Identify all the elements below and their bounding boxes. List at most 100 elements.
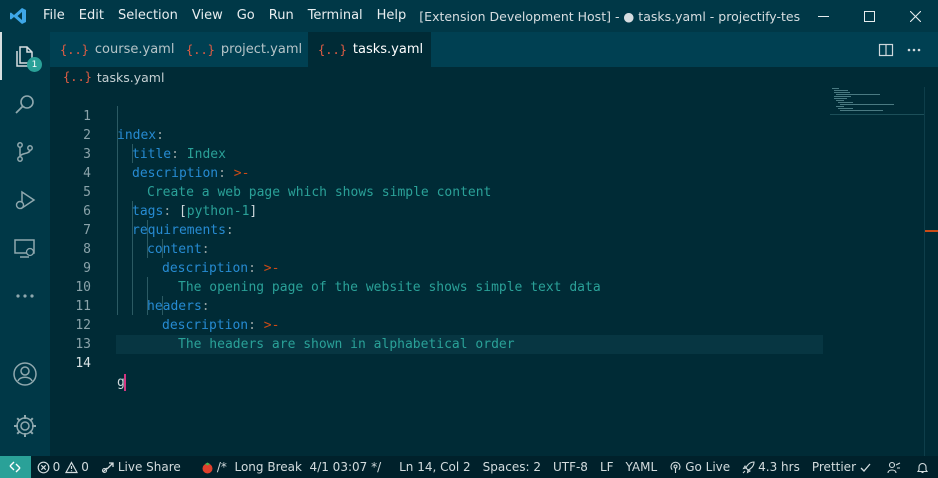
minimap-line	[838, 108, 853, 109]
gear-icon	[14, 415, 36, 437]
editor-actions	[872, 32, 938, 67]
tab-label: tasks.yaml	[352, 42, 424, 57]
maximize-button[interactable]	[846, 0, 892, 32]
ellipsis-icon	[907, 48, 921, 51]
activity-search[interactable]	[0, 80, 50, 128]
minimap-line	[836, 100, 844, 101]
code-line: 4 Create a web page which shows simple c…	[50, 145, 830, 200]
tab-tasks-yaml[interactable]: {..} tasks.yaml	[308, 32, 431, 67]
pomodoro-timer[interactable]: /* Long Break 4/1 03:07 */	[187, 456, 387, 478]
title-bar: File Edit Selection View Go Run Terminal…	[0, 0, 938, 32]
activity-manage[interactable]	[0, 402, 50, 450]
problems-indicator[interactable]: 0 0	[31, 456, 95, 478]
menu-run[interactable]: Run	[262, 0, 301, 32]
menu-view[interactable]: View	[185, 0, 230, 32]
more-icon	[16, 294, 34, 298]
menu-edit[interactable]: Edit	[72, 0, 111, 32]
code-line: 10 headers:	[50, 259, 830, 314]
window-controls	[800, 0, 938, 32]
indentation-setting[interactable]: Spaces: 2	[477, 456, 547, 478]
code-line: 13	[50, 316, 830, 352]
line-number: 14	[75, 356, 91, 371]
code-line: 12 The headers are shown in alphabetical…	[50, 297, 830, 352]
warning-count: 0	[81, 460, 89, 474]
code-editor[interactable]: 1 index: 2 title: Index 3 description: >…	[50, 87, 938, 456]
code-line: 6 requirements:	[50, 183, 830, 238]
tab-label: course.yaml	[94, 42, 175, 57]
editor-tabs: {..} course.yaml {..} project.yaml {..} …	[50, 32, 938, 67]
remote-icon	[9, 461, 21, 473]
tab-label: project.yaml	[220, 42, 303, 57]
activity-run-debug[interactable]	[0, 176, 50, 224]
minimap[interactable]	[830, 87, 924, 456]
explorer-badge: 1	[27, 57, 42, 72]
menu-go[interactable]: Go	[230, 0, 262, 32]
activity-explorer[interactable]: 1	[0, 32, 50, 80]
split-editor-button[interactable]	[872, 36, 900, 64]
wakatime-indicator[interactable]: 4.3 hrs	[736, 456, 806, 478]
go-live-button[interactable]: Go Live	[663, 456, 736, 478]
live-share-label: Live Share	[117, 460, 181, 474]
live-share-button[interactable]: Live Share	[95, 456, 187, 478]
error-count: 0	[52, 460, 61, 474]
feedback-button[interactable]	[881, 456, 910, 478]
minimap-line	[840, 104, 894, 105]
code-line: 8 description: >-	[50, 221, 830, 276]
activity-more[interactable]	[0, 272, 50, 320]
vscode-logo-icon[interactable]	[0, 0, 36, 32]
remote-indicator-button[interactable]	[0, 456, 31, 478]
warning-icon	[65, 460, 79, 473]
maximize-icon	[863, 10, 875, 22]
activity-bar: 1	[0, 32, 50, 456]
encoding-setting[interactable]: UTF-8	[547, 456, 594, 478]
vertical-scrollbar[interactable]	[924, 87, 938, 456]
yaml-file-icon: {..}	[63, 70, 92, 84]
minimap-line	[838, 102, 853, 103]
activity-source-control[interactable]	[0, 128, 50, 176]
broadcast-icon	[670, 461, 681, 473]
status-bar: 0 0 Live Share /* Long Break 4/1 03:07 *…	[0, 456, 938, 478]
menu-help[interactable]: Help	[370, 0, 414, 32]
notifications-button[interactable]	[910, 456, 938, 478]
activity-accounts[interactable]	[0, 350, 50, 398]
active-indicator	[0, 32, 2, 80]
code-line: 3 description: >-	[50, 126, 830, 181]
prettier-indicator[interactable]: Prettier	[806, 456, 881, 478]
text-cursor	[123, 374, 126, 391]
menu-terminal[interactable]: Terminal	[301, 0, 370, 32]
yaml-file-icon: {..}	[186, 42, 215, 57]
eol-setting[interactable]: LF	[594, 456, 620, 478]
tab-course-yaml[interactable]: {..} course.yaml	[50, 32, 176, 67]
prettier-label: Prettier	[811, 460, 856, 474]
pomodoro-label: /* Long Break 4/1 03:07 */	[216, 460, 382, 474]
minimap-line	[832, 88, 839, 89]
error-icon	[37, 461, 49, 473]
menu-file[interactable]: File	[36, 0, 72, 32]
overview-ruler-mark	[925, 230, 938, 232]
breadcrumb-file[interactable]: tasks.yaml	[97, 70, 165, 85]
menu-selection[interactable]: Selection	[111, 0, 185, 32]
source-control-icon	[17, 142, 33, 162]
minimap-line	[836, 106, 844, 107]
code-line: 14 g	[50, 335, 830, 391]
yaml-file-icon: {..}	[318, 42, 347, 57]
code-line: 9 The opening page of the website shows …	[50, 240, 830, 295]
account-icon	[13, 362, 37, 386]
more-actions-button[interactable]	[900, 36, 928, 64]
line-content: g	[117, 373, 126, 392]
minimap-viewport	[830, 114, 924, 115]
minimap-line	[834, 92, 850, 93]
tomato-icon	[202, 462, 213, 473]
menu-bar: File Edit Selection View Go Run Terminal…	[36, 0, 413, 32]
close-icon	[909, 10, 921, 22]
language-mode[interactable]: YAML	[620, 456, 664, 478]
code-line: 1 index:	[50, 88, 830, 143]
minimize-button[interactable]	[800, 0, 846, 32]
code-line: 7 content:	[50, 202, 830, 257]
minimize-icon	[817, 15, 829, 17]
cursor-position[interactable]: Ln 14, Col 2	[387, 456, 477, 478]
rocket-icon	[742, 460, 755, 474]
tab-project-yaml[interactable]: {..} project.yaml	[176, 32, 308, 67]
close-window-button[interactable]	[892, 0, 938, 32]
activity-remote-explorer[interactable]	[0, 224, 50, 272]
